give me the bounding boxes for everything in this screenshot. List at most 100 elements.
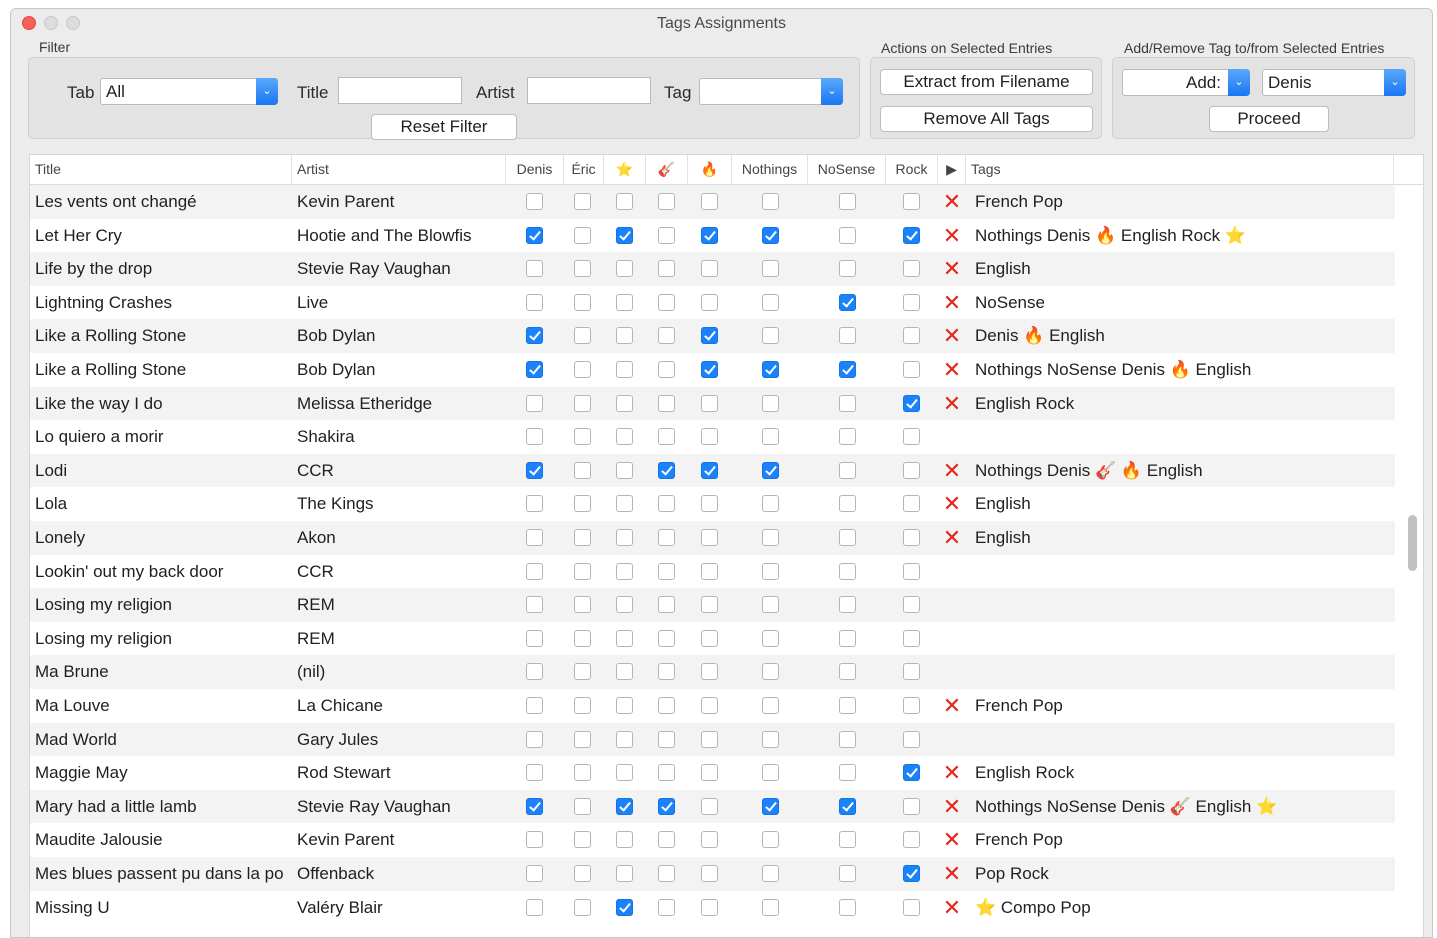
remove-tags-icon[interactable]: ✕: [942, 756, 962, 789]
remove-all-tags-button[interactable]: Remove All Tags: [880, 106, 1093, 132]
remove-tags-icon[interactable]: ✕: [942, 286, 962, 319]
table-row[interactable]: Maggie May Rod Stewart ✕ English Rock: [30, 756, 1395, 790]
tag-checkbox[interactable]: [658, 529, 675, 546]
tag-checkbox[interactable]: [839, 327, 856, 345]
tag-checkbox[interactable]: [762, 629, 779, 647]
tag-checkbox[interactable]: [903, 327, 920, 345]
table-row[interactable]: Mary had a little lamb Stevie Ray Vaughan…: [30, 789, 1395, 824]
tag-checkbox[interactable]: [762, 562, 779, 580]
tag-checkbox[interactable]: [616, 797, 633, 815]
table-row[interactable]: Les vents ont changé Kevin Parent ✕ French …: [30, 185, 1395, 219]
tag-checkbox[interactable]: [526, 898, 543, 916]
tag-checkbox[interactable]: [762, 764, 779, 782]
tag-checkbox[interactable]: [762, 327, 779, 345]
table-row[interactable]: Mes blues passent pu dans la po Offenback…: [30, 857, 1395, 891]
tag-checkbox[interactable]: [616, 394, 633, 412]
tag-checkbox[interactable]: [903, 898, 920, 916]
column-header-nosense[interactable]: NoSense: [808, 155, 886, 185]
tag-checkbox[interactable]: [903, 764, 920, 782]
artist-filter-input[interactable]: [527, 77, 651, 104]
tag-checkbox[interactable]: [839, 529, 856, 546]
tag-checkbox[interactable]: [658, 495, 675, 513]
tag-checkbox[interactable]: [616, 865, 633, 882]
column-header-eric[interactable]: Éric: [564, 155, 604, 185]
table-row[interactable]: Maudite Jalousie Kevin Parent ✕ French Pop: [30, 823, 1395, 857]
tag-checkbox[interactable]: [616, 495, 633, 513]
tag-checkbox[interactable]: [658, 293, 675, 311]
tag-checkbox[interactable]: [526, 361, 543, 378]
tag-checkbox[interactable]: [616, 831, 633, 849]
tag-checkbox[interactable]: [701, 764, 718, 782]
tag-checkbox[interactable]: [701, 461, 718, 479]
tag-checkbox[interactable]: [616, 260, 633, 278]
remove-tags-icon[interactable]: ✕: [942, 185, 962, 218]
tag-checkbox[interactable]: [762, 596, 779, 614]
tag-checkbox[interactable]: [903, 428, 920, 446]
tag-checkbox[interactable]: [526, 293, 543, 311]
tag-checkbox[interactable]: [526, 529, 543, 546]
tag-checkbox[interactable]: [658, 730, 675, 748]
tag-checkbox[interactable]: [616, 663, 633, 681]
tag-checkbox[interactable]: [701, 226, 718, 244]
column-header-star[interactable]: ⭐: [604, 155, 646, 185]
tag-checkbox[interactable]: [616, 697, 633, 714]
tag-checkbox[interactable]: [839, 596, 856, 614]
tag-checkbox[interactable]: [658, 596, 675, 614]
tag-checkbox[interactable]: [903, 865, 920, 882]
tag-checkbox[interactable]: [658, 193, 675, 210]
tag-checkbox[interactable]: [701, 394, 718, 412]
tag-checkbox[interactable]: [616, 562, 633, 580]
tag-checkbox[interactable]: [526, 697, 543, 714]
table-row[interactable]: Like a Rolling Stone Bob Dylan ✕ Nothings N…: [30, 353, 1395, 387]
tag-checkbox[interactable]: [903, 797, 920, 815]
tag-checkbox[interactable]: [526, 865, 543, 882]
tag-checkbox[interactable]: [762, 529, 779, 546]
table-row[interactable]: Lola The Kings ✕ English: [30, 487, 1395, 521]
tag-checkbox[interactable]: [574, 293, 591, 311]
tag-checkbox[interactable]: [839, 898, 856, 916]
tag-checkbox[interactable]: [574, 663, 591, 681]
tag-checkbox[interactable]: [526, 260, 543, 278]
tag-checkbox[interactable]: [526, 226, 543, 244]
tag-checkbox[interactable]: [574, 730, 591, 748]
tag-checkbox[interactable]: [616, 461, 633, 479]
column-header-fire[interactable]: 🔥: [688, 155, 732, 185]
tag-checkbox[interactable]: [839, 831, 856, 849]
tag-checkbox[interactable]: [616, 529, 633, 546]
remove-tags-icon[interactable]: ✕: [942, 790, 962, 823]
tag-checkbox[interactable]: [574, 461, 591, 479]
tag-checkbox[interactable]: [903, 495, 920, 513]
column-header-title[interactable]: Title: [30, 155, 292, 185]
tag-checkbox[interactable]: [526, 629, 543, 647]
remove-tags-icon[interactable]: ✕: [942, 823, 962, 856]
tag-checkbox[interactable]: [658, 797, 675, 815]
tag-checkbox[interactable]: [839, 293, 856, 311]
tag-checkbox[interactable]: [616, 193, 633, 210]
tag-checkbox[interactable]: [839, 865, 856, 882]
tag-checkbox[interactable]: [574, 562, 591, 580]
remove-tags-icon[interactable]: ✕: [942, 353, 962, 386]
tag-checkbox[interactable]: [526, 327, 543, 345]
column-header-rock[interactable]: Rock: [886, 155, 938, 185]
tag-checkbox[interactable]: [526, 797, 543, 815]
table-row[interactable]: Lodi CCR ✕ Nothings Denis 🎸 🔥 English: [30, 453, 1395, 488]
vertical-scrollbar[interactable]: [1408, 515, 1417, 571]
table-row[interactable]: Ma Louve La Chicane ✕ French Pop: [30, 689, 1395, 723]
tag-checkbox[interactable]: [701, 629, 718, 647]
remove-tags-icon[interactable]: ✕: [942, 219, 962, 252]
tag-checkbox[interactable]: [762, 461, 779, 479]
tag-checkbox[interactable]: [574, 428, 591, 446]
tag-checkbox[interactable]: [616, 629, 633, 647]
tag-checkbox[interactable]: [762, 394, 779, 412]
remove-tags-icon[interactable]: ✕: [942, 319, 962, 352]
remove-tags-icon[interactable]: ✕: [942, 857, 962, 890]
title-filter-input[interactable]: [338, 77, 462, 104]
tag-checkbox[interactable]: [658, 562, 675, 580]
tag-checkbox[interactable]: [526, 831, 543, 849]
tag-checkbox[interactable]: [839, 697, 856, 714]
tag-checkbox[interactable]: [701, 260, 718, 278]
tag-checkbox[interactable]: [839, 730, 856, 748]
tag-checkbox[interactable]: [839, 562, 856, 580]
tag-checkbox[interactable]: [701, 529, 718, 546]
column-header-tags[interactable]: Tags: [966, 155, 1394, 185]
